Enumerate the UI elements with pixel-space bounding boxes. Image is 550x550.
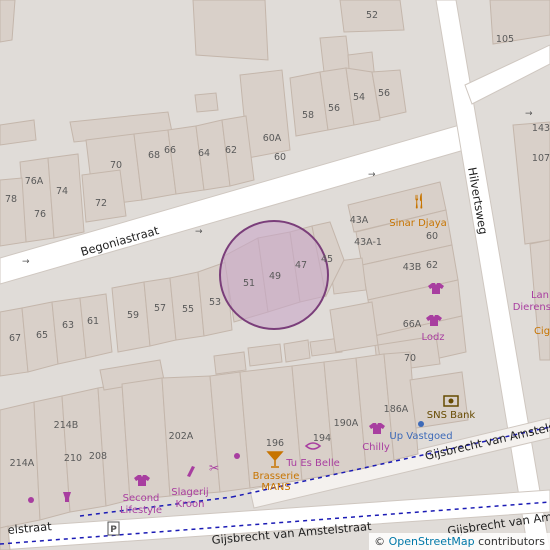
house-number: 107 <box>532 153 550 164</box>
oneway-arrow: → <box>525 109 533 119</box>
house-number: 45 <box>321 254 333 265</box>
house-number: 54 <box>353 92 365 103</box>
house-number: 60A <box>263 133 282 144</box>
house-number: 66 <box>164 145 176 156</box>
building <box>81 169 127 223</box>
house-number: 64 <box>198 148 210 159</box>
house-number: 57 <box>154 303 166 314</box>
house-number: 56 <box>328 103 340 114</box>
house-number: 70 <box>404 353 416 364</box>
poi-label-landieren-2[interactable]: Dierensp <box>513 302 550 313</box>
building <box>192 0 269 61</box>
poi-label-sns-bank[interactable]: SNS Bank <box>427 410 476 421</box>
house-number: 65 <box>36 330 48 341</box>
house-number: 70 <box>110 160 122 171</box>
house-number: 78 <box>5 194 17 205</box>
poi-label-landieren-1[interactable]: Lan <box>531 290 549 301</box>
house-number: 76 <box>34 209 46 220</box>
openstreetmap-link[interactable]: OpenStreetMap <box>389 535 475 548</box>
house-number: 196 <box>266 438 284 449</box>
house-number: 61 <box>87 316 99 327</box>
poi-label-brasserie[interactable]: Brasserie <box>253 471 300 482</box>
scissors-icon[interactable]: ✂ <box>209 461 219 475</box>
house-number: 76A <box>25 176 44 187</box>
oneway-arrow: → <box>195 227 203 237</box>
building <box>0 0 16 43</box>
shop-dot-icon[interactable] <box>234 453 240 459</box>
parking-icon-label: P <box>110 525 117 535</box>
house-number: 59 <box>127 310 139 321</box>
house-number: 43B <box>403 262 422 273</box>
house-number: 68 <box>148 150 160 161</box>
building <box>283 339 311 363</box>
poi-label-lifestyle[interactable]: Lifestyle <box>120 505 162 516</box>
house-number: 51 <box>243 278 255 289</box>
house-number: 74 <box>56 186 68 197</box>
house-number: 60 <box>274 152 286 163</box>
building <box>329 301 379 353</box>
house-number: 72 <box>95 198 107 209</box>
house-number: 49 <box>269 271 281 282</box>
house-number: 55 <box>182 304 194 315</box>
house-number: 208 <box>89 451 107 462</box>
poi-label-mans[interactable]: MANS <box>261 482 290 493</box>
house-number: 105 <box>496 34 514 45</box>
house-number: 56 <box>378 88 390 99</box>
office-icon[interactable] <box>418 421 424 427</box>
house-number: 62 <box>225 145 237 156</box>
shop-dot-icon[interactable] <box>28 497 34 503</box>
building <box>319 35 351 73</box>
house-number: 214A <box>10 458 35 469</box>
poi-label-chilly[interactable]: Chilly <box>362 442 390 453</box>
building <box>0 119 37 146</box>
house-number: 66A <box>403 319 422 330</box>
house-number: 210 <box>64 453 82 464</box>
poi-label-slagerij[interactable]: Slagerij <box>171 487 208 498</box>
house-number: 186A <box>384 404 409 415</box>
poi-label-lodz[interactable]: Lodz <box>421 332 444 343</box>
house-number: 60 <box>426 231 438 242</box>
attribution-prefix: © <box>374 535 389 548</box>
house-number: 194 <box>313 433 331 444</box>
poi-label-second[interactable]: Second <box>123 493 160 504</box>
building <box>239 365 303 489</box>
attribution-suffix: contributors <box>474 535 545 548</box>
house-number: 202A <box>169 431 194 442</box>
oneway-arrow: → <box>368 170 376 180</box>
bank-icon-center <box>448 398 454 404</box>
house-number: 63 <box>62 320 74 331</box>
house-number: 190A <box>334 418 359 429</box>
poi-label-sinar-djaya[interactable]: Sinar Djaya <box>389 218 447 229</box>
oneway-arrow: → <box>22 257 30 267</box>
house-number: 52 <box>366 10 378 21</box>
house-number: 214B <box>54 420 79 431</box>
house-number: 47 <box>295 260 307 271</box>
building <box>247 343 283 367</box>
building <box>194 92 219 113</box>
map-attribution: © OpenStreetMap contributors <box>369 533 550 550</box>
building <box>0 177 27 247</box>
house-number: 67 <box>9 333 21 344</box>
poi-label-up-vastgoed[interactable]: Up Vastgoed <box>389 431 452 442</box>
restaurant-icon[interactable]: 🍴︎ <box>409 192 428 210</box>
house-number: 43A <box>350 215 369 226</box>
house-number: 143 <box>532 123 550 134</box>
poi-label-tu-es-belle[interactable]: Tu Es Belle <box>285 458 340 469</box>
house-number: 58 <box>302 110 314 121</box>
house-number: 53 <box>209 297 221 308</box>
building <box>213 351 247 375</box>
house-number: 43A-1 <box>354 237 382 248</box>
map-canvas[interactable]: → → → → 52 105 54 56 56 58 60A 60 68 66 … <box>0 0 550 550</box>
house-number: 62 <box>426 260 438 271</box>
poi-label-cig[interactable]: Cig <box>534 326 550 337</box>
poi-label-kroon[interactable]: Kroon <box>175 499 204 510</box>
